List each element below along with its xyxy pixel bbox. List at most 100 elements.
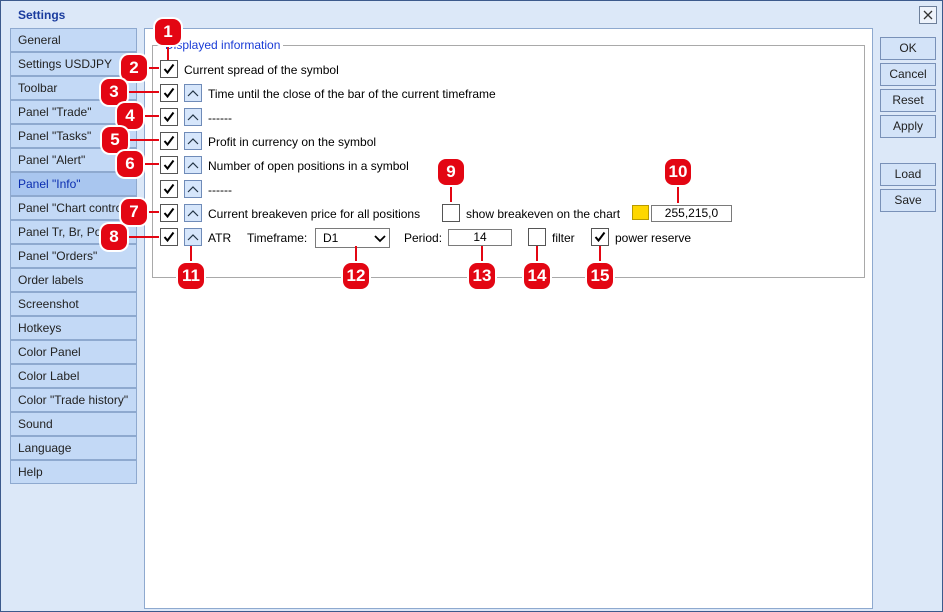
- bar-close-move-up-button[interactable]: [184, 84, 202, 102]
- sidebar-item-order-labels[interactable]: Order labels: [10, 268, 137, 292]
- displayed-information-group: Displayed information Current spread of …: [152, 38, 865, 278]
- callout-badge-11: 11: [178, 263, 204, 289]
- callout-line-11: [190, 246, 192, 263]
- close-icon: [923, 10, 933, 20]
- sidebar-item-color-panel[interactable]: Color Panel: [10, 340, 137, 364]
- sidebar-item-language[interactable]: Language: [10, 436, 137, 460]
- callout-line-6: [142, 163, 159, 165]
- sidebar-item-color-trade-history[interactable]: Color "Trade history": [10, 388, 137, 412]
- bar-close-label: Time until the close of the bar of the c…: [208, 87, 496, 101]
- atr-checkbox[interactable]: [160, 228, 178, 246]
- row-spread: Current spread of the symbol: [160, 60, 860, 80]
- reset-button[interactable]: Reset: [880, 89, 936, 112]
- sidebar-item-panel-info[interactable]: Panel "Info": [10, 172, 137, 196]
- chevron-up-icon: [187, 114, 199, 121]
- callout-badge-8: 8: [101, 224, 127, 250]
- chevron-up-icon: [187, 210, 199, 217]
- row-profit: Profit in currency on the symbol: [160, 132, 860, 152]
- show-breakeven-checkbox[interactable]: [442, 204, 460, 222]
- callout-line-8: [125, 236, 159, 238]
- callout-line-1: [167, 43, 169, 60]
- cancel-button[interactable]: Cancel: [880, 63, 936, 86]
- row-breakeven: Current breakeven price for all position…: [160, 204, 860, 224]
- positions-checkbox[interactable]: [160, 156, 178, 174]
- chevron-up-icon: [187, 234, 199, 241]
- breakeven-color-swatch[interactable]: [632, 205, 649, 220]
- chevron-up-icon: [187, 162, 199, 169]
- spread-checkbox[interactable]: [160, 60, 178, 78]
- power-reserve-checkbox[interactable]: [591, 228, 609, 246]
- separator-2-checkbox[interactable]: [160, 180, 178, 198]
- check-icon: [163, 183, 175, 195]
- callout-line-4: [142, 115, 159, 117]
- profit-move-up-button[interactable]: [184, 132, 202, 150]
- breakeven-color-input[interactable]: 255,215,0: [651, 205, 732, 222]
- chevron-up-icon: [187, 138, 199, 145]
- profit-label: Profit in currency on the symbol: [208, 135, 377, 149]
- separator-1-move-up-button[interactable]: [184, 108, 202, 126]
- callout-line-13: [481, 246, 483, 263]
- sidebar-item-screenshot[interactable]: Screenshot: [10, 292, 137, 316]
- settings-window: Settings General Settings USDJPY Toolbar…: [0, 0, 943, 612]
- callout-line-3: [125, 91, 159, 93]
- callout-line-2: [147, 67, 159, 69]
- separator-2-move-up-button[interactable]: [184, 180, 202, 198]
- callout-badge-2: 2: [121, 55, 147, 81]
- callout-badge-14: 14: [524, 263, 550, 289]
- atr-label: ATR: [208, 231, 232, 245]
- profit-checkbox[interactable]: [160, 132, 178, 150]
- sidebar-item-hotkeys[interactable]: Hotkeys: [10, 316, 137, 340]
- sidebar-item-settings-symbol[interactable]: Settings USDJPY: [10, 52, 137, 76]
- breakeven-move-up-button[interactable]: [184, 204, 202, 222]
- callout-badge-4: 4: [117, 103, 143, 129]
- sidebar-item-color-label[interactable]: Color Label: [10, 364, 137, 388]
- show-breakeven-label: show breakeven on the chart: [466, 207, 621, 221]
- row-bar-close: Time until the close of the bar of the c…: [160, 84, 860, 104]
- close-button[interactable]: [919, 6, 937, 24]
- callout-line-9: [450, 185, 452, 202]
- sidebar-item-sound[interactable]: Sound: [10, 412, 137, 436]
- check-icon: [163, 231, 175, 243]
- callout-badge-9: 9: [438, 159, 464, 185]
- check-icon: [594, 231, 606, 243]
- load-button[interactable]: Load: [880, 163, 936, 186]
- breakeven-checkbox[interactable]: [160, 204, 178, 222]
- breakeven-label: Current breakeven price for all position…: [208, 207, 421, 221]
- callout-line-15: [599, 246, 601, 263]
- filter-checkbox[interactable]: [528, 228, 546, 246]
- timeframe-value: D1: [323, 231, 339, 245]
- chevron-up-icon: [187, 90, 199, 97]
- atr-move-up-button[interactable]: [184, 228, 202, 246]
- title-bar: Settings: [1, 1, 942, 28]
- ok-button[interactable]: OK: [880, 37, 936, 60]
- sidebar-item-help[interactable]: Help: [10, 460, 137, 484]
- sidebar-item-general[interactable]: General: [10, 28, 137, 52]
- check-icon: [163, 159, 175, 171]
- timeframe-select[interactable]: D1: [315, 228, 390, 248]
- callout-badge-5: 5: [102, 127, 128, 153]
- power-reserve-label: power reserve: [615, 231, 692, 245]
- callout-badge-6: 6: [117, 151, 143, 177]
- callout-badge-1: 1: [155, 19, 181, 45]
- row-positions: Number of open positions in a symbol: [160, 156, 860, 176]
- positions-label: Number of open positions in a symbol: [208, 159, 409, 173]
- row-atr: ATR Timeframe: D1 Period: 14 filter powe…: [160, 228, 860, 248]
- callout-badge-10: 10: [665, 159, 691, 185]
- callout-badge-3: 3: [101, 79, 127, 105]
- separator-1-checkbox[interactable]: [160, 108, 178, 126]
- apply-button[interactable]: Apply: [880, 115, 936, 138]
- positions-move-up-button[interactable]: [184, 156, 202, 174]
- callout-line-10: [677, 185, 679, 203]
- save-button[interactable]: Save: [880, 189, 936, 212]
- period-input[interactable]: 14: [448, 229, 512, 246]
- check-icon: [163, 63, 175, 75]
- callout-line-5: [126, 139, 159, 141]
- bar-close-checkbox[interactable]: [160, 84, 178, 102]
- check-icon: [163, 135, 175, 147]
- callout-badge-13: 13: [469, 263, 495, 289]
- period-label: Period:: [404, 231, 443, 245]
- callout-line-7: [147, 211, 159, 213]
- filter-label: filter: [552, 231, 575, 245]
- sidebar-item-panel-chart-control[interactable]: Panel "Chart control": [10, 196, 137, 220]
- callout-badge-15: 15: [587, 263, 613, 289]
